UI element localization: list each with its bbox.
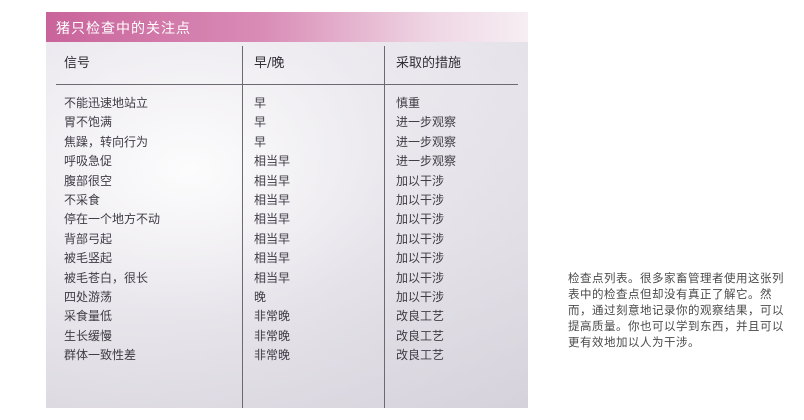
- row-signal: 被毛苍白，很长: [64, 270, 149, 285]
- table-row: 四处游荡 晚 加以干涉: [46, 288, 528, 307]
- table-row: 呼吸急促 相当早 进一步观察: [46, 152, 528, 171]
- header-action: 采取的措施: [396, 56, 462, 71]
- table-row: 不采食 相当早 加以干涉: [46, 191, 528, 210]
- header-timing: 早/晚: [254, 56, 285, 71]
- row-action: 加以干涉: [396, 289, 445, 304]
- row-signal: 四处游荡: [64, 289, 113, 304]
- table-row: 胃不饱满 早 进一步观察: [46, 113, 528, 132]
- row-timing: 非常晚: [254, 348, 291, 363]
- row-action: 慎重: [396, 96, 421, 110]
- row-timing: 早: [254, 134, 267, 149]
- row-signal: 被毛竖起: [64, 251, 113, 266]
- row-action: 改良工艺: [396, 348, 445, 363]
- header-signal: 信号: [64, 56, 91, 71]
- row-timing: 非常晚: [254, 309, 291, 324]
- row-signal: 不能迅速地站立: [64, 96, 149, 110]
- table-row: 被毛竖起 相当早 加以干涉: [46, 249, 528, 268]
- table-row: 腹部很空 相当早 加以干涉: [46, 172, 528, 191]
- row-timing: 早: [254, 96, 267, 110]
- row-action: 进一步观察: [396, 154, 457, 169]
- page: 猪只检查中的关注点 信号 早/晚 采取的措施 不能迅速地站立早慎重 胃不饱满早进一…: [0, 0, 804, 420]
- row-timing: 相当早: [254, 173, 291, 188]
- row-signal: 不采食: [64, 192, 101, 207]
- table-row: 停在一个地方不动 相当早 加以干涉: [46, 210, 528, 229]
- row-timing: 相当早: [254, 231, 291, 246]
- table-row: 不能迅速地站立 早 慎重: [46, 94, 528, 113]
- row-signal: 停在一个地方不动: [64, 212, 161, 227]
- table-row: 焦躁，转向行为 早 进一步观察: [46, 133, 528, 152]
- row-timing: 相当早: [254, 251, 291, 266]
- row-action: 加以干涉: [396, 270, 445, 285]
- row-action: 加以干涉: [396, 173, 445, 188]
- row-signal: 胃不饱满: [64, 115, 113, 130]
- row-action: 进一步观察: [396, 115, 457, 130]
- row-timing: 早: [254, 115, 267, 130]
- row-signal: 生长缓慢: [64, 328, 113, 343]
- row-timing: 相当早: [254, 192, 291, 207]
- row-signal: 采食量低: [64, 309, 113, 324]
- row-action: 加以干涉: [396, 212, 445, 227]
- row-action: 进一步观察: [396, 134, 457, 149]
- figure-caption: 检查点列表。很多家畜管理者使用这张列表中的检查点但却没有真正了解它。然而，通过刻…: [568, 271, 784, 349]
- table-row: 生长缓慢 非常晚 改良工艺: [46, 327, 528, 346]
- table-row: 被毛苍白，很长 相当早 加以干涉: [46, 269, 528, 288]
- row-action: 加以干涉: [396, 231, 445, 246]
- table-title-bar: 猪只检查中的关注点: [46, 12, 528, 42]
- row-action: 加以干涉: [396, 192, 445, 207]
- row-timing: 相当早: [254, 154, 291, 169]
- row-action: 改良工艺: [396, 328, 445, 343]
- row-action: 改良工艺: [396, 309, 445, 324]
- row-signal: 群体一致性差: [64, 348, 137, 363]
- row-signal: 焦躁，转向行为: [64, 134, 149, 149]
- checkpoint-table-panel: 猪只检查中的关注点 信号 早/晚 采取的措施 不能迅速地站立早慎重 胃不饱满早进一…: [46, 12, 528, 408]
- row-signal: 腹部很空: [64, 173, 113, 188]
- row-action: 加以干涉: [396, 251, 445, 266]
- row-timing: 非常晚: [254, 328, 291, 343]
- row-signal: 背部弓起: [64, 231, 113, 246]
- header-rule: [56, 84, 518, 85]
- table-body: 不能迅速地站立早慎重 胃不饱满早进一步观察 焦躁，转向行为早进一步观察 呼吸急促 相当早…: [46, 94, 528, 365]
- row-timing: 相当早: [254, 270, 291, 285]
- table-row: 采食量低 非常晚 改良工艺: [46, 307, 528, 326]
- row-signal: 呼吸急促: [64, 154, 113, 169]
- row-timing: 晚: [254, 289, 267, 304]
- table-row: 背部弓起 相当早 加以干涉: [46, 230, 528, 249]
- row-timing: 相当早: [254, 212, 291, 227]
- table-row: 群体一致性差 非常晚 改良工艺: [46, 346, 528, 365]
- table-title: 猪只检查中的关注点: [56, 21, 191, 37]
